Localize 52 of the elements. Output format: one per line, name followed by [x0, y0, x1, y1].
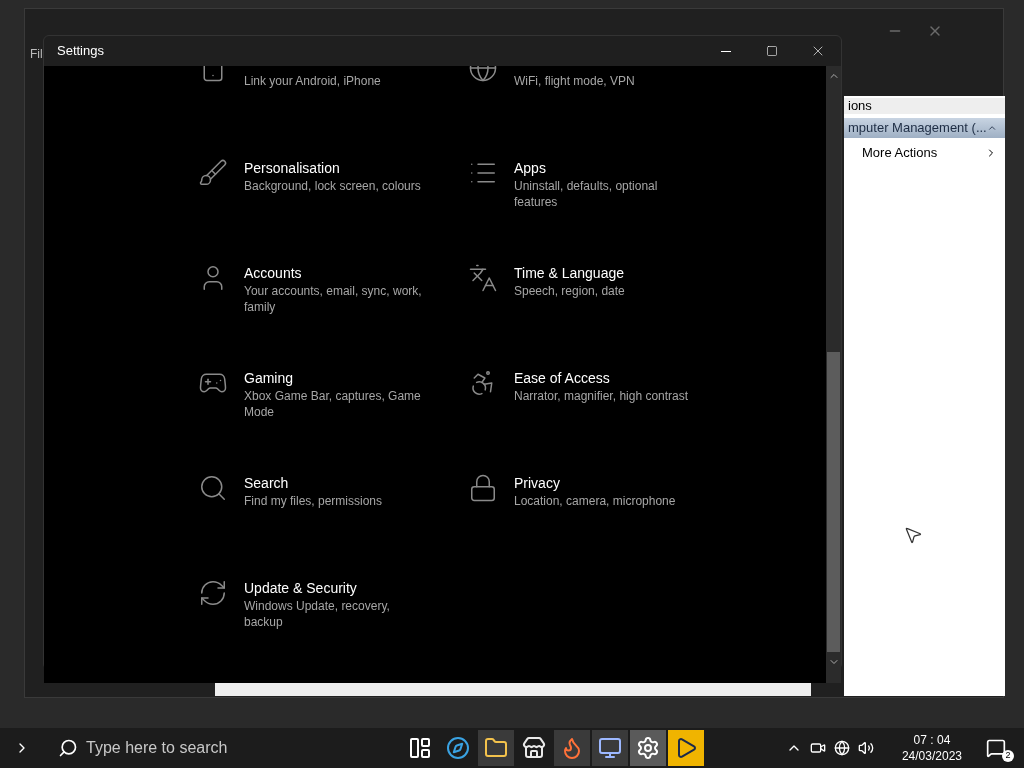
scrollbar-thumb[interactable]: [827, 352, 840, 652]
category-title[interactable]: Apps: [514, 158, 692, 178]
minimize-icon: [721, 50, 731, 52]
notification-count: 2: [1002, 750, 1014, 762]
language-icon: [468, 263, 498, 293]
category-title[interactable]: Update & Security: [244, 578, 422, 598]
category-description: Link your Android, iPhone: [244, 73, 382, 89]
category-title[interactable]: Time & Language: [514, 263, 692, 283]
taskbar-app[interactable]: [478, 730, 514, 766]
store-icon: [522, 736, 546, 760]
category-description: Uninstall, defaults, optional features: [514, 178, 659, 210]
taskbar-app[interactable]: [630, 730, 666, 766]
category-description: Xbox Game Bar, captures, Game Mode: [244, 388, 422, 420]
category-title[interactable]: Accounts: [244, 263, 422, 283]
camera-icon[interactable]: [809, 740, 826, 756]
globe-icon[interactable]: [833, 740, 850, 756]
compass-icon: [446, 736, 470, 760]
window-title: Settings: [57, 42, 104, 61]
settings-icon: [636, 736, 660, 760]
category-description: Narrator, magnifier, high contrast: [514, 388, 690, 404]
category-description: Find my files, permissions: [244, 493, 384, 509]
action-item[interactable]: More Actions: [862, 143, 938, 163]
mouse-cursor-icon: [903, 525, 923, 545]
search-icon: [198, 473, 228, 503]
category-title[interactable]: Ease of Access: [514, 368, 692, 388]
category-title[interactable]: Search: [244, 473, 422, 493]
actions-header: ions: [844, 98, 1005, 114]
category-description: Your accounts, email, sync, work, family: [244, 283, 422, 315]
category-description: Background, lock screen, colours: [244, 178, 422, 194]
category-title[interactable]: Gaming: [244, 368, 422, 388]
notification-icon[interactable]: [986, 738, 1006, 758]
folder-icon: [484, 736, 508, 760]
category-description: Windows Update, recovery, backup: [244, 598, 391, 630]
task-view-icon: [408, 736, 432, 760]
maximize-icon: [766, 45, 778, 57]
paintbrush-icon: [198, 158, 228, 188]
monitor-icon: [598, 736, 622, 760]
search-field[interactable]: Type here to search: [58, 736, 358, 760]
category-title[interactable]: Privacy: [514, 473, 692, 493]
search-icon: [58, 738, 78, 758]
category-description: Speech, region, date: [514, 283, 626, 299]
taskbar-app[interactable]: [668, 730, 704, 766]
category-description: WiFi, flight mode, VPN: [514, 73, 636, 89]
clock[interactable]: 07 : 04 24/03/2023: [901, 732, 962, 764]
category-title[interactable]: Personalisation: [244, 158, 422, 178]
refresh-icon: [198, 578, 228, 608]
menu-item[interactable]: Fil: [30, 45, 43, 63]
taskbar-app[interactable]: [592, 730, 628, 766]
scrollbar[interactable]: [826, 66, 841, 683]
lock-icon: [468, 473, 498, 503]
category-description: Location, camera, microphone: [514, 493, 677, 509]
speaker-icon[interactable]: [857, 740, 874, 756]
